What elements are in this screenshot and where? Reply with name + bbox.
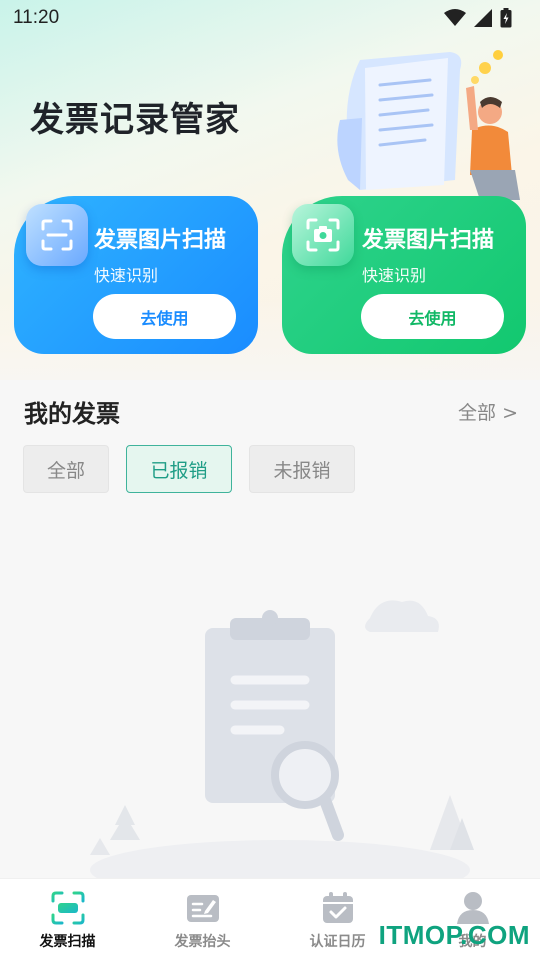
nav-label: 发票抬头 (174, 934, 231, 950)
filter-tab-reimbursed[interactable]: 已报销 (126, 445, 232, 493)
card-subtitle: 快速识别 (94, 266, 159, 285)
page-title: 发票记录管家 (30, 100, 240, 140)
card-title: 发票图片扫描 (362, 228, 495, 253)
nav-label: 认证日历 (309, 934, 366, 950)
section-title: 我的发票 (24, 400, 120, 428)
camera-icon (292, 204, 354, 266)
filter-tab-all[interactable]: 全部 (23, 445, 109, 493)
wifi-icon (444, 9, 466, 26)
status-bar: 11:20 (0, 0, 540, 36)
empty-state-illustration (90, 600, 474, 880)
scan-card-green: 发票图片扫描 快速识别 去使用 (282, 196, 526, 354)
calendar-icon (318, 889, 358, 927)
site-watermark: ITMOP.COM (378, 920, 530, 950)
card-subtitle: 快速识别 (362, 266, 427, 285)
nav-item-invoice-header[interactable]: 发票抬头 (135, 879, 270, 960)
use-button[interactable]: 去使用 (361, 294, 504, 339)
filter-tab-not-reimbursed[interactable]: 未报销 (249, 445, 355, 493)
nav-item-invoice-scan[interactable]: 发票扫描 (0, 879, 135, 960)
card-title: 发票图片扫描 (94, 228, 227, 253)
battery-icon (500, 8, 512, 28)
nav-label: 发票扫描 (39, 934, 96, 950)
edit-doc-icon (183, 889, 223, 927)
see-all-link[interactable]: 全部 > (458, 398, 518, 425)
scan-icon (48, 889, 88, 927)
scan-card-blue: 发票图片扫描 快速识别 去使用 (14, 196, 258, 354)
cellular-signal-icon (474, 9, 492, 27)
receipt-illustration (337, 50, 520, 200)
status-time: 11:20 (13, 7, 60, 28)
scan-frame-icon (26, 204, 88, 266)
use-button[interactable]: 去使用 (93, 294, 236, 339)
status-icons (444, 8, 512, 28)
